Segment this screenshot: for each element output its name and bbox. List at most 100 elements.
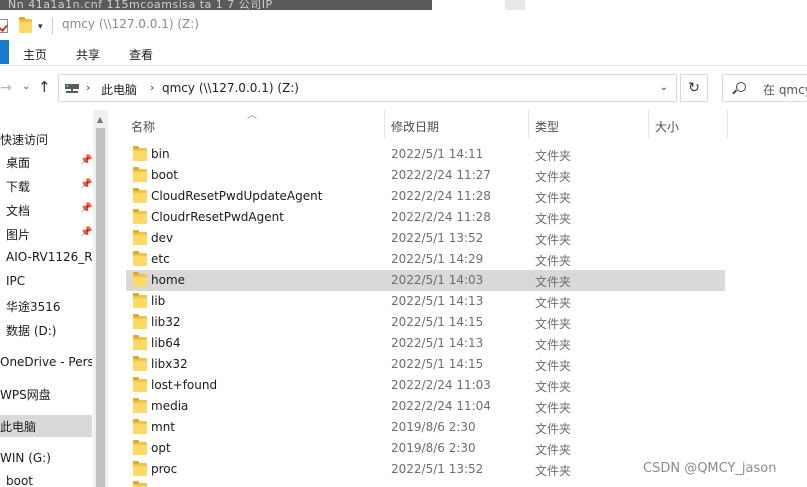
nav-pane-scrollbar[interactable]: ▲	[93, 110, 108, 487]
sidebar-item-label: IPC	[6, 274, 26, 288]
table-row[interactable]: CloudResetPwdUpdateAgent 2022/2/24 11:28 文…	[126, 186, 725, 207]
back-arrow-icon[interactable]: →	[0, 80, 12, 96]
breadcrumb-drive[interactable]: qmcy (\\127.0.0.1) (Z:)	[162, 81, 299, 95]
file-type: 文件夹	[535, 401, 572, 415]
window-title: qmcy (\\127.0.0.1) (Z:)	[62, 17, 199, 31]
file-name: dev	[151, 231, 174, 245]
file-date: 2022/2/24 11:28	[391, 189, 491, 203]
recent-locations-dropdown-icon[interactable]: ⌄	[22, 81, 30, 92]
folder-icon	[133, 251, 147, 266]
sidebar-item-documents[interactable]: 文档 📌	[0, 199, 92, 221]
pin-icon[interactable]: 📌	[80, 227, 92, 238]
sidebar-item-label: 数据 (D:)	[6, 324, 57, 338]
tab-share[interactable]: 共享	[76, 46, 100, 63]
file-type: 文件夹	[535, 464, 572, 478]
table-row[interactable]: etc 2022/5/1 14:29 文件夹	[126, 249, 725, 270]
table-row[interactable]: CloudrResetPwdAgent 2022/2/24 11:28 文件夹	[126, 207, 725, 228]
file-date: 2022/5/1 13:52	[391, 462, 484, 476]
file-date: 2022/5/1 14:11	[391, 147, 484, 161]
sidebar-item-win-drive[interactable]: WIN (G:)	[0, 448, 92, 470]
address-bar[interactable]: › 此电脑 › qmcy (\\127.0.0.1) (Z:) ⌄	[58, 74, 677, 102]
search-box[interactable]: 在 qmcy	[722, 74, 807, 102]
address-dropdown-icon[interactable]: ⌄	[660, 82, 668, 93]
column-header-name[interactable]: 名称	[126, 110, 385, 140]
folder-icon	[133, 209, 147, 224]
sidebar-item-label: 快速访问	[0, 133, 49, 147]
scroll-up-icon[interactable]: ▲	[97, 115, 103, 124]
column-divider[interactable]	[727, 110, 728, 138]
column-header-size[interactable]: 大小	[649, 110, 727, 140]
breadcrumb-this-pc[interactable]: 此电脑	[101, 81, 137, 98]
table-row[interactable]: boot 2022/2/24 11:27 文件夹	[126, 165, 725, 186]
tab-file[interactable]	[0, 40, 9, 64]
sidebar-item-wps-cloud[interactable]: WPS网盘	[0, 383, 92, 405]
file-name: home	[151, 273, 186, 287]
sidebar-item-data-drive[interactable]: 数据 (D:)	[0, 319, 92, 341]
tab-home[interactable]: 主页	[23, 46, 47, 63]
folder-icon	[133, 167, 147, 182]
folder-icon	[133, 461, 147, 476]
pin-icon[interactable]: 📌	[80, 155, 92, 166]
overlay-text: Nn 41a1a1n.cnf 115mcoamsisa ta 1 7 公司IP	[8, 0, 273, 10]
sidebar-item-label: 文档	[6, 204, 31, 218]
sidebar-item-desktop[interactable]: 桌面 📌	[0, 151, 92, 173]
column-header-type[interactable]: 类型	[529, 110, 648, 140]
breadcrumb-separator-icon[interactable]: ›	[150, 81, 154, 94]
folder-icon	[133, 146, 147, 161]
table-row[interactable]: lib64 2022/5/1 14:13 文件夹	[126, 333, 725, 354]
title-bar-strip	[432, 0, 807, 10]
table-row[interactable]: libx32 2022/5/1 14:15 文件夹	[126, 354, 725, 375]
sidebar-item-aio-rv1126[interactable]: AIO-RV1126_RV	[0, 247, 92, 269]
table-row[interactable]: lost+found 2022/2/24 11:03 文件夹	[126, 375, 725, 396]
refresh-button[interactable]: ↻	[680, 74, 708, 102]
file-date: 2022/2/24 11:27	[391, 168, 491, 182]
sidebar-item-boot[interactable]: boot	[0, 471, 92, 487]
sidebar-item-label: 此电脑	[0, 420, 37, 434]
breadcrumb-separator-icon[interactable]: ›	[86, 81, 90, 94]
file-type: 文件夹	[535, 380, 572, 394]
file-date: 2022/2/24 11:28	[391, 210, 491, 224]
scrollbar-thumb[interactable]	[96, 128, 105, 487]
folder-icon	[133, 335, 147, 350]
file-name: lost+found	[151, 378, 218, 392]
table-row[interactable]: proc 2022/5/1 13:52 文件夹	[126, 459, 725, 480]
sidebar-item-label: WPS网盘	[0, 388, 51, 402]
title-separator	[52, 18, 53, 34]
quick-access-dropdown-icon[interactable]: ▾	[38, 22, 43, 32]
sidebar-item-quick-access[interactable]: 快速访问	[0, 128, 92, 150]
tab-view[interactable]: 查看	[129, 46, 153, 63]
file-type: 文件夹	[535, 296, 572, 310]
sidebar-item-downloads[interactable]: 下载 📌	[0, 175, 92, 197]
new-folder-icon[interactable]	[19, 17, 32, 33]
table-row[interactable]: lib32 2022/5/1 14:15 文件夹	[126, 312, 725, 333]
sidebar-item-this-pc[interactable]: 此电脑	[0, 415, 92, 437]
folder-icon	[133, 230, 147, 245]
pin-icon[interactable]: 📌	[80, 179, 92, 190]
sidebar-item-ipc[interactable]: IPC	[0, 271, 92, 293]
file-type: 文件夹	[535, 359, 572, 373]
table-row[interactable]: media 2022/2/24 11:04 文件夹	[126, 396, 725, 417]
table-row[interactable]: dev 2022/5/1 13:52 文件夹	[126, 228, 725, 249]
table-row[interactable]: mnt 2019/8/6 2:30 文件夹	[126, 417, 725, 438]
sidebar-item-onedrive[interactable]: OneDrive - Perso	[0, 352, 92, 374]
folder-icon	[133, 377, 147, 392]
table-row[interactable]: bin 2022/5/1 14:11 文件夹	[126, 144, 725, 165]
folder-icon	[133, 398, 147, 413]
watermark: CSDN @QMCY_jason	[643, 461, 777, 476]
table-row-partial[interactable]	[126, 479, 725, 487]
table-row[interactable]: lib 2022/5/1 14:13 文件夹	[126, 291, 725, 312]
file-name: boot	[151, 168, 179, 182]
sidebar-item-huatu3516[interactable]: 华途3516	[0, 295, 92, 317]
pin-icon[interactable]: 📌	[80, 203, 92, 214]
file-date: 2022/5/1 14:03	[391, 273, 484, 287]
properties-check-icon[interactable]	[0, 19, 8, 33]
sidebar-item-label: AIO-RV1126_RV	[6, 250, 92, 264]
file-date: 2019/8/6 2:30	[391, 441, 476, 455]
file-type: 文件夹	[535, 338, 572, 352]
column-header-label: 名称	[131, 120, 156, 134]
column-header-date[interactable]: 修改日期	[385, 110, 528, 140]
up-arrow-icon[interactable]: ↑	[38, 78, 51, 96]
table-row-selected[interactable]: home 2022/5/1 14:03 文件夹	[126, 270, 725, 291]
table-row[interactable]: opt 2019/8/6 2:30 文件夹	[126, 438, 725, 459]
sidebar-item-pictures[interactable]: 图片 📌	[0, 223, 92, 245]
